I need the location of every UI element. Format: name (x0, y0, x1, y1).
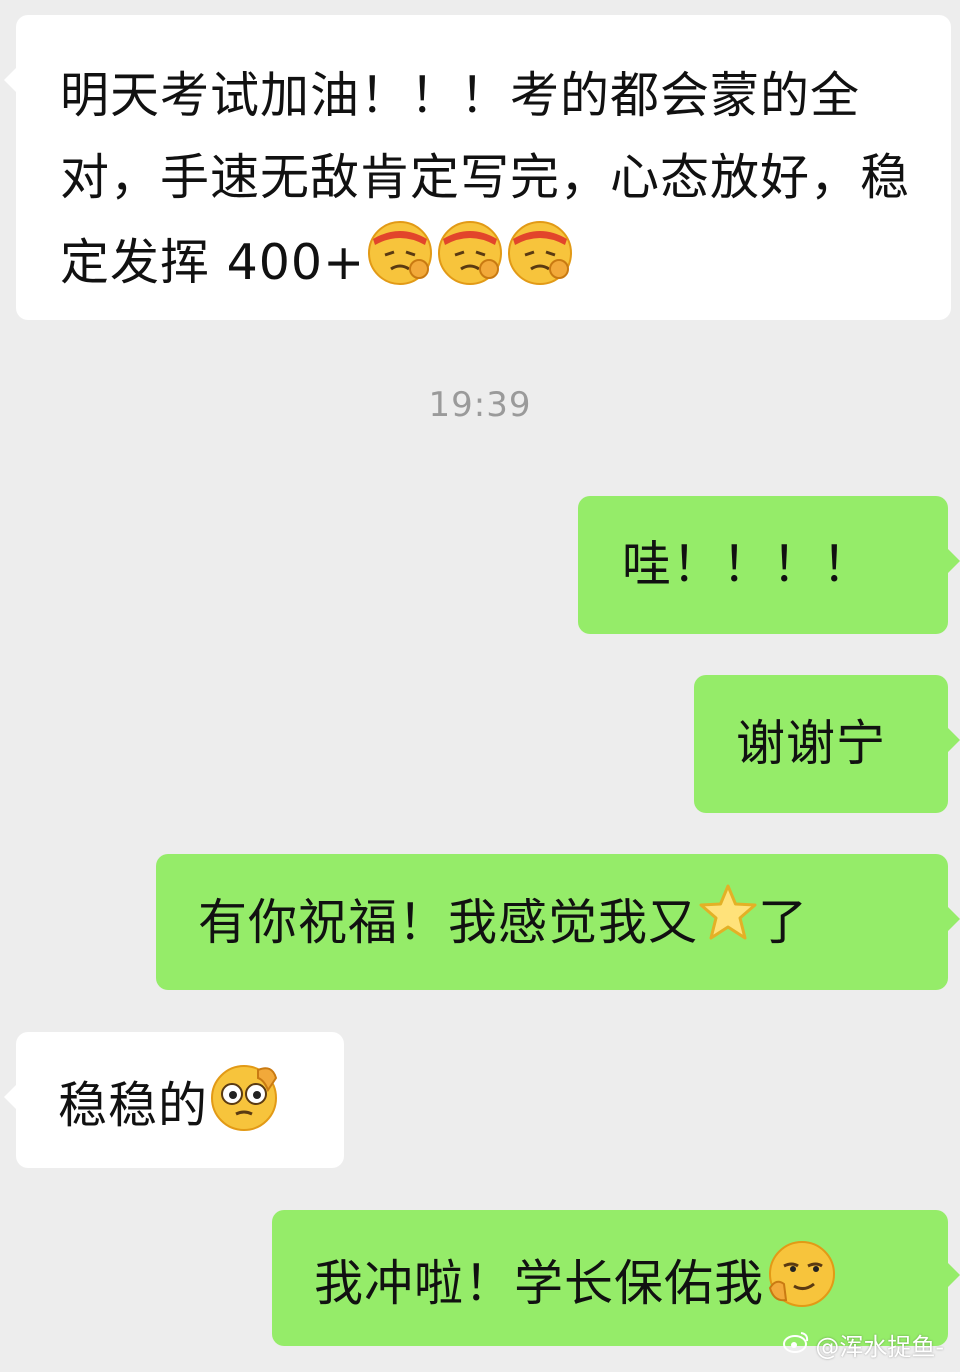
message-bubble-outgoing[interactable]: 有你祝福！我感觉我又 了 (156, 854, 960, 990)
message-bubble-outgoing[interactable]: 谢谢宁 (694, 675, 960, 813)
watermark-text: @浑水捉鱼- (815, 1333, 944, 1361)
thinking-face-icon (208, 1060, 284, 1157)
message-text: 哇！！！！ (622, 536, 873, 593)
message-text: 了 (758, 894, 809, 951)
watermark: @浑水捉鱼- (783, 1327, 944, 1362)
star-icon (698, 883, 758, 968)
message-text: 谢谢宁 (736, 715, 887, 772)
weibo-icon (783, 1331, 809, 1359)
message-bubble-incoming[interactable]: 明天考试加油！！！考的都会蒙的全对，手速无敌肯定写完，心态放好，稳定发挥 400… (4, 15, 951, 320)
smirking-face-icon (764, 1238, 838, 1335)
message-bubble-outgoing[interactable]: 我冲啦！学长保佑我 (272, 1210, 960, 1346)
timestamp: 19:39 (428, 385, 532, 425)
message-bubble-outgoing[interactable]: 哇！！！！ (578, 496, 960, 634)
message-text: 我冲啦！学长保佑我 (314, 1255, 765, 1312)
message-bubble-incoming[interactable]: 稳稳的 (4, 1032, 344, 1168)
determined-face-icon (365, 219, 575, 312)
message-text: 有你祝福！我感觉我又 (198, 894, 699, 951)
message-text: 稳稳的 (58, 1077, 209, 1134)
